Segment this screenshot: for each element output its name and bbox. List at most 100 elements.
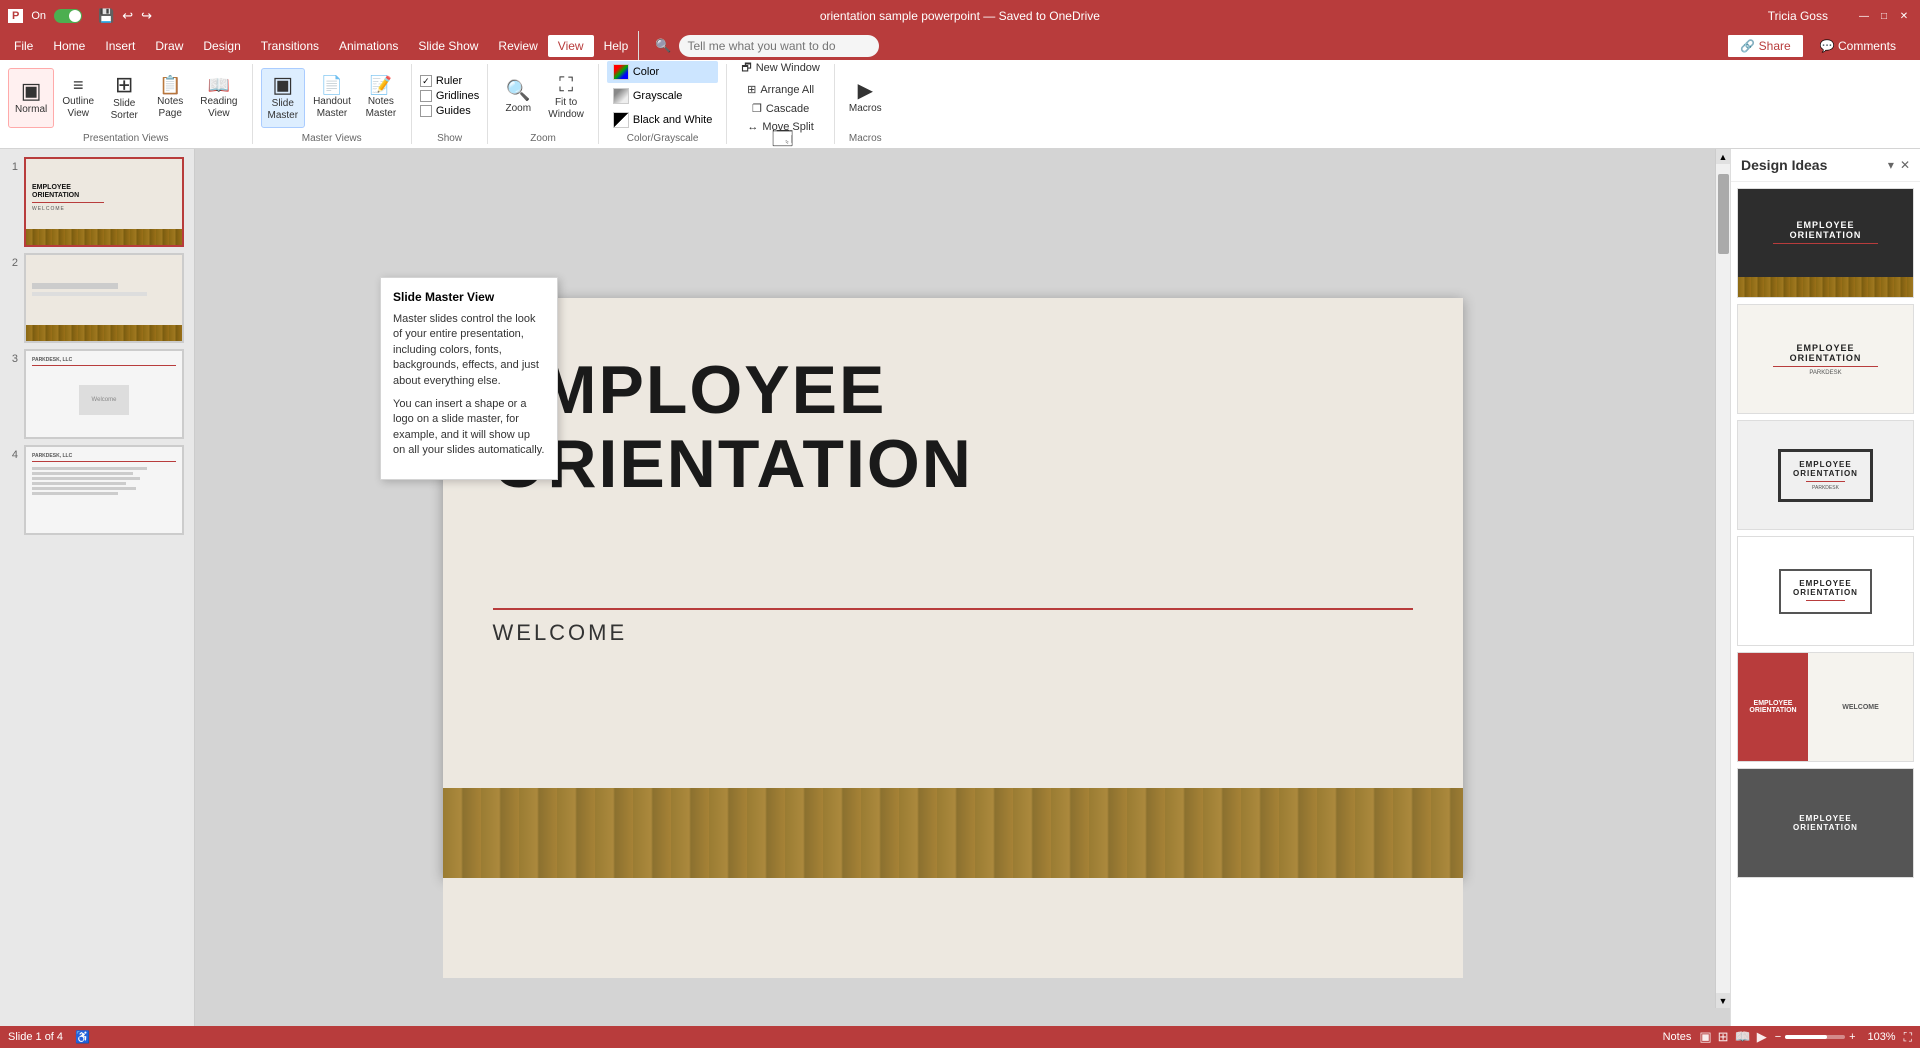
- design-idea-6[interactable]: EMPLOYEE ORIENTATION: [1737, 768, 1914, 878]
- undo-icon[interactable]: ↩: [122, 8, 133, 24]
- notes-master-icon: 📝: [370, 76, 392, 94]
- vertical-scrollbar[interactable]: ▲ ▼: [1715, 149, 1730, 1008]
- slide-divider: [493, 608, 1413, 610]
- design-panel-controls: ▾ ✕: [1888, 158, 1910, 172]
- close-button[interactable]: ✕: [1896, 8, 1912, 24]
- design-idea-4[interactable]: EMPLOYEE ORIENTATION: [1737, 536, 1914, 646]
- dthumb2-sub: PARKDESK: [1809, 370, 1841, 376]
- slide-thumb-3[interactable]: 3 PARKDESK, LLC Welcome: [4, 349, 190, 439]
- dthumb5-sub: WELCOME: [1842, 704, 1879, 711]
- zoom-button[interactable]: 🔍 Zoom: [496, 68, 540, 128]
- reading-view-button[interactable]: 📖 ReadingView: [194, 68, 243, 128]
- ribbon: ▣ Normal ≡ OutlineView ⊞ SlideSorter 📋 N…: [0, 60, 1920, 149]
- status-right: Notes ▣ ⊞ 📖 ▶ − + 103% ⛶: [1663, 1029, 1912, 1045]
- slide-sorter-icon: ⊞: [115, 74, 133, 96]
- minimize-button[interactable]: —: [1856, 8, 1872, 24]
- search-input[interactable]: [679, 35, 879, 57]
- menu-transitions[interactable]: Transitions: [251, 35, 329, 57]
- zoom-in-button[interactable]: +: [1849, 1031, 1855, 1043]
- zoom-slider[interactable]: [1785, 1035, 1845, 1039]
- gridlines-checkbox[interactable]: Gridlines: [420, 89, 479, 103]
- slide-image-4[interactable]: PARKDESK, LLC: [24, 445, 184, 535]
- autosave-toggle[interactable]: [54, 9, 82, 23]
- restore-button[interactable]: □: [1876, 8, 1892, 24]
- scroll-thumb[interactable]: [1718, 174, 1729, 254]
- slide-thumb-1[interactable]: 1 EMPLOYEEORIENTATION WELCOME: [4, 157, 190, 247]
- dthumb5-right: WELCOME: [1808, 653, 1913, 761]
- cascade-button[interactable]: ❐ Cascade: [735, 100, 826, 117]
- share-area: 🔗 Share 💬 Comments: [1715, 34, 1916, 58]
- fit-to-window-button[interactable]: ⛶ Fit toWindow: [542, 68, 590, 128]
- slide-canvas[interactable]: EMPLOYEE ORIENTATION WELCOME: [443, 298, 1463, 878]
- menu-home[interactable]: Home: [43, 35, 95, 57]
- dthumb3-inner: EMPLOYEE ORIENTATION PARKDESK: [1778, 449, 1873, 502]
- fit-slide-button[interactable]: ⛶: [1904, 1030, 1912, 1045]
- normal-view-button[interactable]: ▣ Normal: [8, 68, 54, 128]
- black-white-button[interactable]: Black and White: [607, 109, 718, 131]
- slide-subtitle: WELCOME: [493, 620, 628, 646]
- handout-master-button[interactable]: 📄 HandoutMaster: [307, 68, 357, 128]
- slide-main-title: EMPLOYEE ORIENTATION: [493, 353, 1413, 503]
- design-idea-1[interactable]: EMPLOYEE ORIENTATION: [1737, 188, 1914, 298]
- notes-status-button[interactable]: Notes: [1663, 1031, 1692, 1043]
- menu-file[interactable]: File: [4, 35, 43, 57]
- comments-button[interactable]: 💬 Comments: [1812, 35, 1904, 57]
- slide-thumb-2[interactable]: 2: [4, 253, 190, 343]
- redo-icon[interactable]: ↪: [141, 8, 152, 24]
- design-panel-body: EMPLOYEE ORIENTATION EMPLOYEE ORIENTATIO…: [1731, 182, 1920, 1026]
- color-button[interactable]: Color: [607, 61, 718, 83]
- design-idea-2[interactable]: EMPLOYEE ORIENTATION PARKDESK: [1737, 304, 1914, 414]
- notes-page-button[interactable]: 📋 NotesPage: [148, 68, 192, 128]
- ruler-checkbox[interactable]: Ruler: [420, 74, 479, 88]
- slide-image-2[interactable]: [24, 253, 184, 343]
- macros-button[interactable]: ▶ Macros: [843, 68, 888, 128]
- arrange-all-button[interactable]: ⊞ Arrange All: [735, 81, 826, 98]
- sorter-view-icon[interactable]: ⊞: [1718, 1029, 1729, 1045]
- menu-insert[interactable]: Insert: [95, 35, 145, 57]
- scroll-track[interactable]: [1716, 164, 1730, 993]
- slide-image-3[interactable]: PARKDESK, LLC Welcome: [24, 349, 184, 439]
- thumb2-content: [26, 255, 182, 325]
- grayscale-button[interactable]: Grayscale: [607, 85, 718, 107]
- design-panel-header: Design Ideas ▾ ✕: [1731, 149, 1920, 182]
- master-view-buttons: ▣ SlideMaster 📄 HandoutMaster 📝 NotesMas…: [261, 64, 403, 128]
- guides-checkbox[interactable]: Guides: [420, 104, 479, 118]
- design-idea-3[interactable]: EMPLOYEE ORIENTATION PARKDESK: [1737, 420, 1914, 530]
- notes-master-button[interactable]: 📝 NotesMaster: [359, 68, 403, 128]
- slide-thumb-4[interactable]: 4 PARKDESK, LLC: [4, 445, 190, 535]
- menu-design[interactable]: Design: [193, 35, 250, 57]
- zoom-out-button[interactable]: −: [1775, 1031, 1781, 1043]
- outline-view-button[interactable]: ≡ OutlineView: [56, 68, 100, 128]
- menu-draw[interactable]: Draw: [145, 35, 193, 57]
- new-window-icon: 🗗: [741, 59, 751, 78]
- dthumb6-title: EMPLOYEE: [1799, 814, 1851, 823]
- outline-icon: ≡: [73, 76, 84, 94]
- thumb1-title: EMPLOYEEORIENTATION: [32, 184, 176, 199]
- design-panel-title: Design Ideas: [1741, 157, 1827, 173]
- reading-status-icon[interactable]: 📖: [1735, 1029, 1751, 1045]
- new-window-button[interactable]: 🗗 New Window: [735, 57, 826, 79]
- guides-label: Guides: [436, 105, 471, 117]
- slide-image-1[interactable]: EMPLOYEEORIENTATION WELCOME: [24, 157, 184, 247]
- menu-view[interactable]: View: [548, 35, 594, 57]
- design-panel-close[interactable]: ✕: [1900, 158, 1910, 172]
- zoom-level: 103%: [1860, 1031, 1896, 1043]
- design-panel-chevron[interactable]: ▾: [1888, 158, 1894, 172]
- zoom-label-footer: Zoom: [530, 131, 556, 144]
- design-idea-5[interactable]: EMPLOYEEORIENTATION WELCOME: [1737, 652, 1914, 762]
- menu-animations[interactable]: Animations: [329, 35, 408, 57]
- slide-master-button[interactable]: ▣ SlideMaster: [261, 68, 306, 128]
- scroll-down-button[interactable]: ▼: [1716, 993, 1730, 1008]
- window-controls: — □ ✕: [1856, 8, 1912, 24]
- menu-review[interactable]: Review: [488, 35, 547, 57]
- menu-slideshow[interactable]: Slide Show: [408, 35, 488, 57]
- slideshow-status-icon[interactable]: ▶: [1757, 1029, 1767, 1045]
- thumb3-img: Welcome: [32, 369, 176, 431]
- normal-view-icon[interactable]: ▣: [1699, 1029, 1711, 1045]
- save-icon[interactable]: 💾: [98, 8, 114, 24]
- share-button[interactable]: 🔗 Share: [1727, 34, 1803, 58]
- dthumb4-title2: ORIENTATION: [1793, 588, 1858, 597]
- slide-sorter-button[interactable]: ⊞ SlideSorter: [102, 68, 146, 128]
- scroll-up-button[interactable]: ▲: [1716, 149, 1730, 164]
- menu-help[interactable]: Help: [594, 35, 639, 57]
